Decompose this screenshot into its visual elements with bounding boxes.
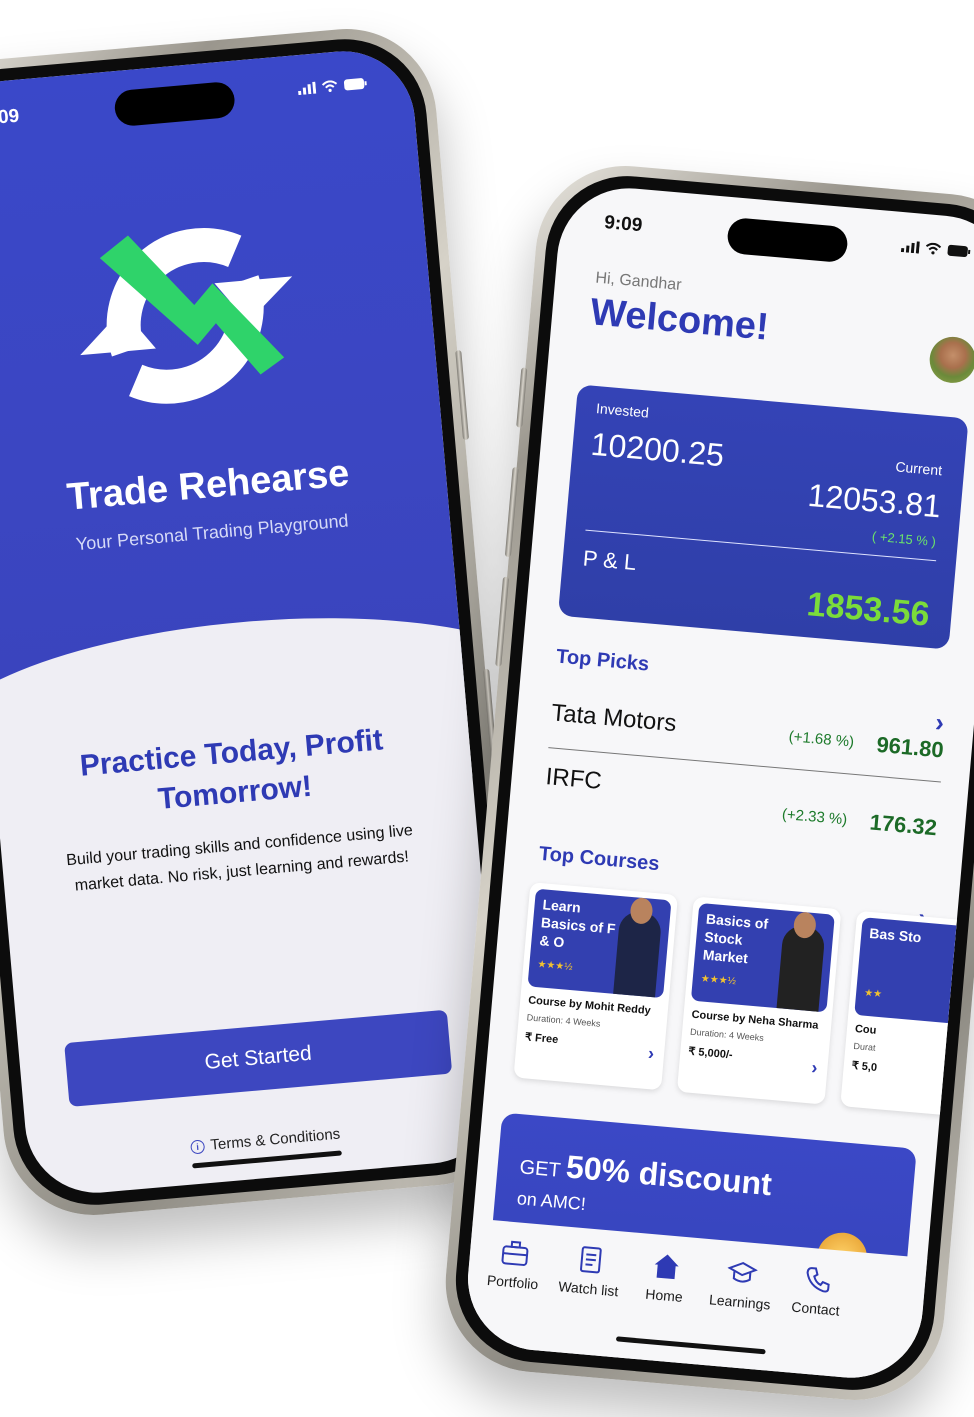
course-price: ₹ Free	[524, 1031, 559, 1047]
side-button	[495, 576, 510, 667]
phone-onboarding: 9:09 Trade Rehearse Your Personal Tradin…	[0, 21, 530, 1223]
list-item[interactable]: Tata Motors (+1.68 %) 961.80	[549, 699, 945, 773]
document-icon	[580, 1246, 602, 1274]
page-title: Welcome!	[588, 291, 771, 349]
course-price: ₹ 5,000/-	[687, 1045, 734, 1062]
tab-label: Home	[644, 1285, 684, 1305]
invested-label: Invested	[595, 400, 650, 421]
tab-label: Contact	[790, 1298, 841, 1319]
wifi-icon	[321, 80, 338, 92]
chevron-right-icon[interactable]: ›	[647, 1043, 655, 1064]
pl-value: 1853.56	[805, 585, 932, 634]
status-time: 9:09	[603, 212, 644, 237]
change-percent: ( +2.15 % )	[871, 528, 937, 550]
tab-contact[interactable]: Contact	[780, 1262, 854, 1320]
course-banner: Basics of Stock Market ★★★½	[690, 902, 835, 1013]
stock-change: (+1.68 %)	[788, 728, 855, 751]
course-duration: Durat	[853, 1040, 876, 1053]
current-value: 12053.81	[806, 476, 943, 525]
top-courses-title: Top Courses	[538, 842, 661, 876]
greeting: Hi, Gandhar	[594, 269, 683, 294]
course-card[interactable]: Learn Basics of F & O ★★★½ Course by Moh…	[513, 882, 679, 1091]
promo-prefix: GET	[518, 1156, 562, 1182]
list-item[interactable]: IRFC (+2.33 %) 176.32	[544, 763, 940, 840]
graduation-cap-icon	[727, 1262, 758, 1283]
current-label: Current	[894, 458, 943, 479]
course-duration: Duration: 4 Weeks	[689, 1026, 765, 1044]
stock-price: 176.32	[868, 809, 938, 841]
promo-highlight: 50% discount	[564, 1148, 774, 1203]
stock-name: IRFC	[544, 763, 603, 795]
status-bar: 9:09	[559, 208, 974, 272]
tab-label: Watch list	[557, 1278, 620, 1300]
courses-carousel[interactable]: Learn Basics of F & O ★★★½ Course by Moh…	[513, 882, 974, 1119]
signal-icon	[298, 81, 317, 96]
instructor-photo	[613, 910, 663, 998]
stock-price: 961.80	[875, 731, 945, 763]
briefcase-icon	[501, 1240, 529, 1266]
portfolio-card[interactable]: Invested 10200.25 Current 12053.81 ( +2.…	[557, 384, 969, 650]
star-rating-icon: ★★★½	[700, 973, 737, 988]
trade-rehearse-logo	[80, 228, 293, 404]
star-rating-icon: ★★	[863, 987, 883, 1001]
course-title: Bas Sto	[868, 924, 923, 946]
tab-portfolio[interactable]: Portfolio	[477, 1235, 551, 1293]
tab-label: Learnings	[708, 1291, 772, 1313]
side-button	[504, 466, 519, 558]
side-button	[455, 349, 470, 441]
phone-icon	[806, 1267, 830, 1293]
info-icon: i	[190, 1138, 206, 1155]
course-title: Learn Basics of F & O	[538, 896, 617, 951]
tab-label: Portfolio	[486, 1271, 539, 1293]
promo-suffix: on AMC!	[516, 1188, 587, 1215]
instructor-photo	[776, 924, 826, 1012]
battery-icon	[343, 78, 367, 91]
tab-learnings[interactable]: Learnings	[704, 1255, 778, 1313]
course-duration: Duration: 4 Weeks	[526, 1012, 601, 1029]
star-rating-icon: ★★★½	[536, 959, 573, 974]
course-author: Cou	[854, 1022, 877, 1037]
side-button	[516, 367, 528, 428]
stock-name: Tata Motors	[550, 699, 678, 738]
top-picks-title: Top Picks	[555, 645, 650, 676]
tab-watch-list[interactable]: Watch list	[553, 1242, 627, 1300]
course-banner: Learn Basics of F & O ★★★½	[527, 888, 672, 999]
avatar[interactable]	[927, 335, 974, 385]
get-started-button[interactable]: Get Started	[64, 1009, 453, 1107]
tab-home[interactable]: Home	[628, 1248, 702, 1306]
description: Build your trading skills and confidence…	[65, 822, 414, 895]
chevron-right-icon[interactable]: ›	[811, 1057, 819, 1078]
battery-icon	[947, 244, 971, 258]
phone-home: 9:09 Hi, Gandhar Welcome! Invested 10200…	[438, 158, 974, 1408]
home-icon	[654, 1254, 679, 1280]
terms-label: Terms & Conditions	[209, 1125, 341, 1154]
invested-value: 10200.25	[589, 425, 726, 474]
status-time: 9:09	[0, 105, 21, 130]
course-title: Basics of Stock Market	[702, 910, 769, 967]
wifi-icon	[925, 242, 942, 255]
course-price: ₹ 5,0	[851, 1059, 878, 1075]
signal-icon	[900, 241, 920, 254]
course-card[interactable]: Basics of Stock Market ★★★½ Course by Ne…	[676, 896, 842, 1105]
pl-label: P & L	[581, 545, 638, 576]
stock-change: (+2.33 %)	[781, 805, 848, 829]
